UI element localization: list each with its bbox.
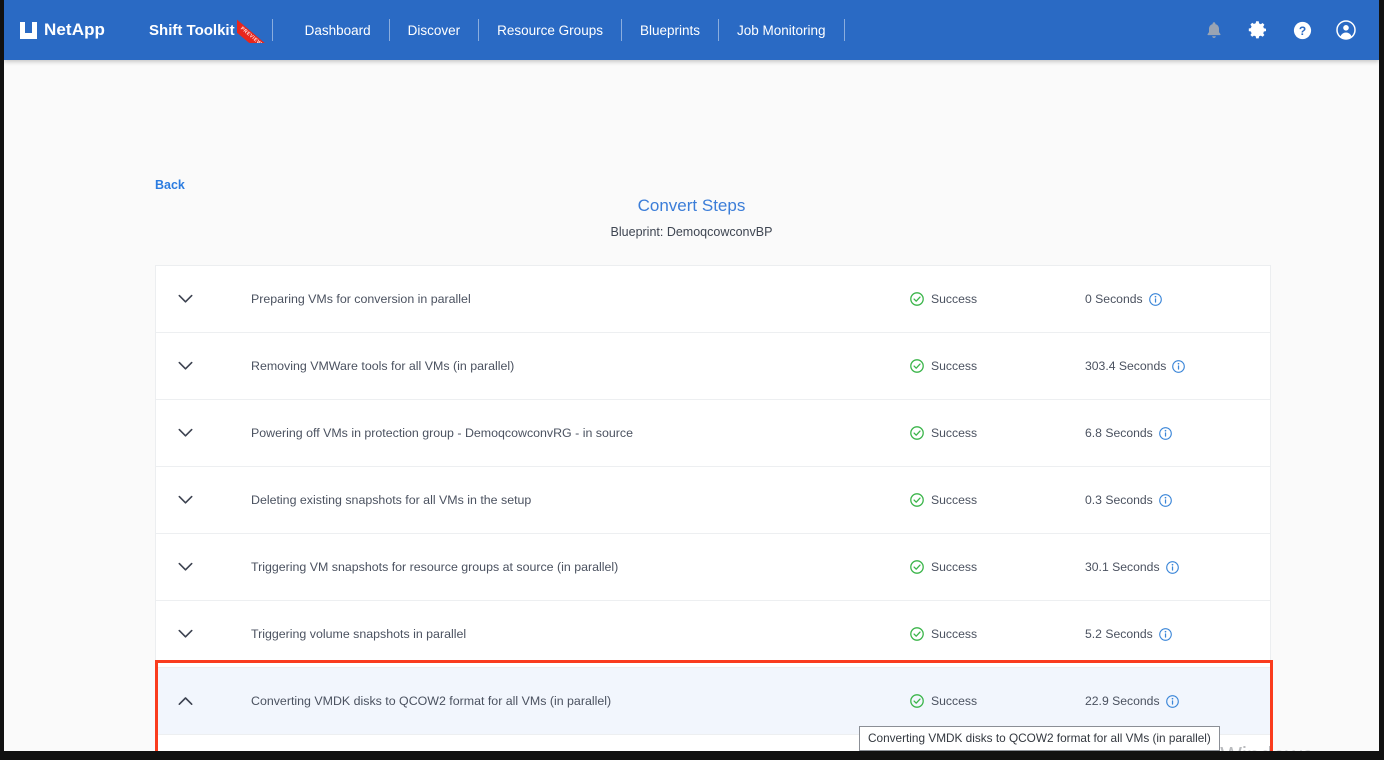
back-link[interactable]: Back xyxy=(155,178,185,192)
nav-divider xyxy=(620,19,622,41)
svg-text:?: ? xyxy=(1298,23,1305,37)
success-check-icon xyxy=(910,359,924,373)
chevron-down-icon[interactable] xyxy=(156,428,214,438)
step-label: Triggering VM snapshots for resource gro… xyxy=(251,560,619,574)
success-check-icon xyxy=(910,292,924,306)
chevron-down-icon[interactable] xyxy=(156,495,214,505)
success-check-icon xyxy=(910,627,924,641)
step-duration-label: 30.1 Seconds xyxy=(1085,560,1160,574)
info-icon[interactable] xyxy=(1165,694,1179,708)
info-icon[interactable] xyxy=(1158,627,1172,641)
step-label: Converting VMDK disks to QCOW2 format fo… xyxy=(251,694,612,708)
nav-divider xyxy=(843,19,845,41)
product-title: Shift Toolkit PREVIEW xyxy=(149,17,271,44)
netapp-logo-icon xyxy=(20,21,37,39)
step-status-label: Success xyxy=(931,359,978,373)
step-duration-label: 0 Seconds xyxy=(1085,292,1143,306)
info-icon[interactable] xyxy=(1158,493,1172,507)
success-check-icon xyxy=(910,493,924,507)
nav-divider xyxy=(718,19,720,41)
chevron-down-icon[interactable] xyxy=(156,562,214,572)
nav-item-resource-groups[interactable]: Resource Groups xyxy=(480,19,620,42)
step-row[interactable]: Preparing VMs for conversion in parallel… xyxy=(156,266,1270,333)
chevron-down-icon[interactable] xyxy=(156,361,214,371)
nav-item-job-monitoring[interactable]: Job Monitoring xyxy=(720,19,843,42)
step-row[interactable]: Triggering VM snapshots for resource gro… xyxy=(156,534,1270,601)
product-name-label: Shift Toolkit xyxy=(149,21,235,39)
page-header: Convert Steps Blueprint: DemoqcowconvBP xyxy=(4,196,1379,239)
success-check-icon xyxy=(910,560,924,574)
page-content: Back Convert Steps Blueprint: Demoqcowco… xyxy=(4,60,1379,751)
notifications-bell-icon[interactable] xyxy=(1203,19,1225,41)
app-window: NetApp Shift Toolkit PREVIEW Dashboard D… xyxy=(0,0,1384,760)
chevron-down-icon[interactable] xyxy=(156,294,214,304)
help-question-icon[interactable]: ? xyxy=(1291,19,1313,41)
user-account-icon[interactable] xyxy=(1335,19,1357,41)
success-check-icon xyxy=(910,426,924,440)
step-duration-label: 5.2 Seconds xyxy=(1085,627,1153,641)
step-status-label: Success xyxy=(931,560,978,574)
step-row[interactable]: Triggering volume snapshots in parallel … xyxy=(156,601,1270,668)
chevron-down-icon[interactable] xyxy=(156,629,214,639)
nav-item-dashboard[interactable]: Dashboard xyxy=(288,19,388,42)
nav-divider xyxy=(388,19,390,41)
step-row[interactable]: Powering off VMs in protection group - D… xyxy=(156,400,1270,467)
step-status: Success xyxy=(910,292,1085,306)
step-duration-label: 22.9 Seconds xyxy=(1085,694,1160,708)
info-icon[interactable] xyxy=(1172,359,1186,373)
step-row[interactable]: Removing VMWare tools for all VMs (in pa… xyxy=(156,333,1270,400)
step-duration: 6.8 Seconds xyxy=(1085,426,1270,440)
settings-gear-icon[interactable] xyxy=(1247,19,1269,41)
step-duration: 0 Seconds xyxy=(1085,292,1270,306)
nav-divider xyxy=(478,19,480,41)
step-duration: 5.2 Seconds xyxy=(1085,627,1270,641)
step-status: Success xyxy=(910,694,1085,708)
preview-ribbon-icon: PREVIEW xyxy=(237,17,271,43)
step-status-label: Success xyxy=(931,292,978,306)
step-tooltip: Converting VMDK disks to QCOW2 format fo… xyxy=(859,726,1220,751)
header-action-icons: ? xyxy=(1203,19,1357,41)
netapp-logo[interactable]: NetApp xyxy=(20,20,105,40)
brand-name: NetApp xyxy=(44,20,106,39)
preview-ribbon-label: PREVIEW xyxy=(238,25,263,43)
step-status-label: Success xyxy=(931,694,978,708)
step-label: Powering off VMs in protection group - D… xyxy=(251,426,633,440)
step-duration: 22.9 Seconds xyxy=(1085,694,1270,708)
step-duration-label: 303.4 Seconds xyxy=(1085,359,1167,373)
step-status-label: Success xyxy=(931,426,978,440)
nav-item-discover[interactable]: Discover xyxy=(391,19,478,42)
step-status-label: Success xyxy=(931,627,978,641)
chevron-up-icon[interactable] xyxy=(156,696,214,706)
step-row[interactable]: Deleting existing snapshots for all VMs … xyxy=(156,467,1270,534)
info-icon[interactable] xyxy=(1158,426,1172,440)
step-status: Success xyxy=(910,359,1085,373)
success-check-icon xyxy=(910,694,924,708)
convert-steps-list: Preparing VMs for conversion in parallel… xyxy=(155,265,1271,751)
info-icon[interactable] xyxy=(1148,292,1162,306)
page-subtitle: Blueprint: DemoqcowconvBP xyxy=(610,225,773,239)
step-status: Success xyxy=(910,560,1085,574)
step-duration: 30.1 Seconds xyxy=(1085,560,1270,574)
nav-divider xyxy=(271,19,273,41)
step-label: Preparing VMs for conversion in parallel xyxy=(251,292,471,306)
step-duration-label: 6.8 Seconds xyxy=(1085,426,1153,440)
step-status: Success xyxy=(910,426,1085,440)
step-duration-label: 0.3 Seconds xyxy=(1085,493,1153,507)
main-navigation: Dashboard Discover Resource Groups Bluep… xyxy=(288,19,846,42)
step-label: Triggering volume snapshots in parallel xyxy=(251,627,467,641)
top-app-bar: NetApp Shift Toolkit PREVIEW Dashboard D… xyxy=(4,0,1379,60)
step-status: Success xyxy=(910,627,1085,641)
step-duration: 0.3 Seconds xyxy=(1085,493,1270,507)
step-label: Deleting existing snapshots for all VMs … xyxy=(251,493,532,507)
nav-item-blueprints[interactable]: Blueprints xyxy=(623,19,717,42)
step-row-expanded[interactable]: Converting VMDK disks to QCOW2 format fo… xyxy=(156,668,1270,735)
step-duration: 303.4 Seconds xyxy=(1085,359,1270,373)
info-icon[interactable] xyxy=(1165,560,1179,574)
page-title: Convert Steps xyxy=(637,196,746,215)
step-status-label: Success xyxy=(931,493,978,507)
step-label: Removing VMWare tools for all VMs (in pa… xyxy=(251,359,515,373)
step-status: Success xyxy=(910,493,1085,507)
